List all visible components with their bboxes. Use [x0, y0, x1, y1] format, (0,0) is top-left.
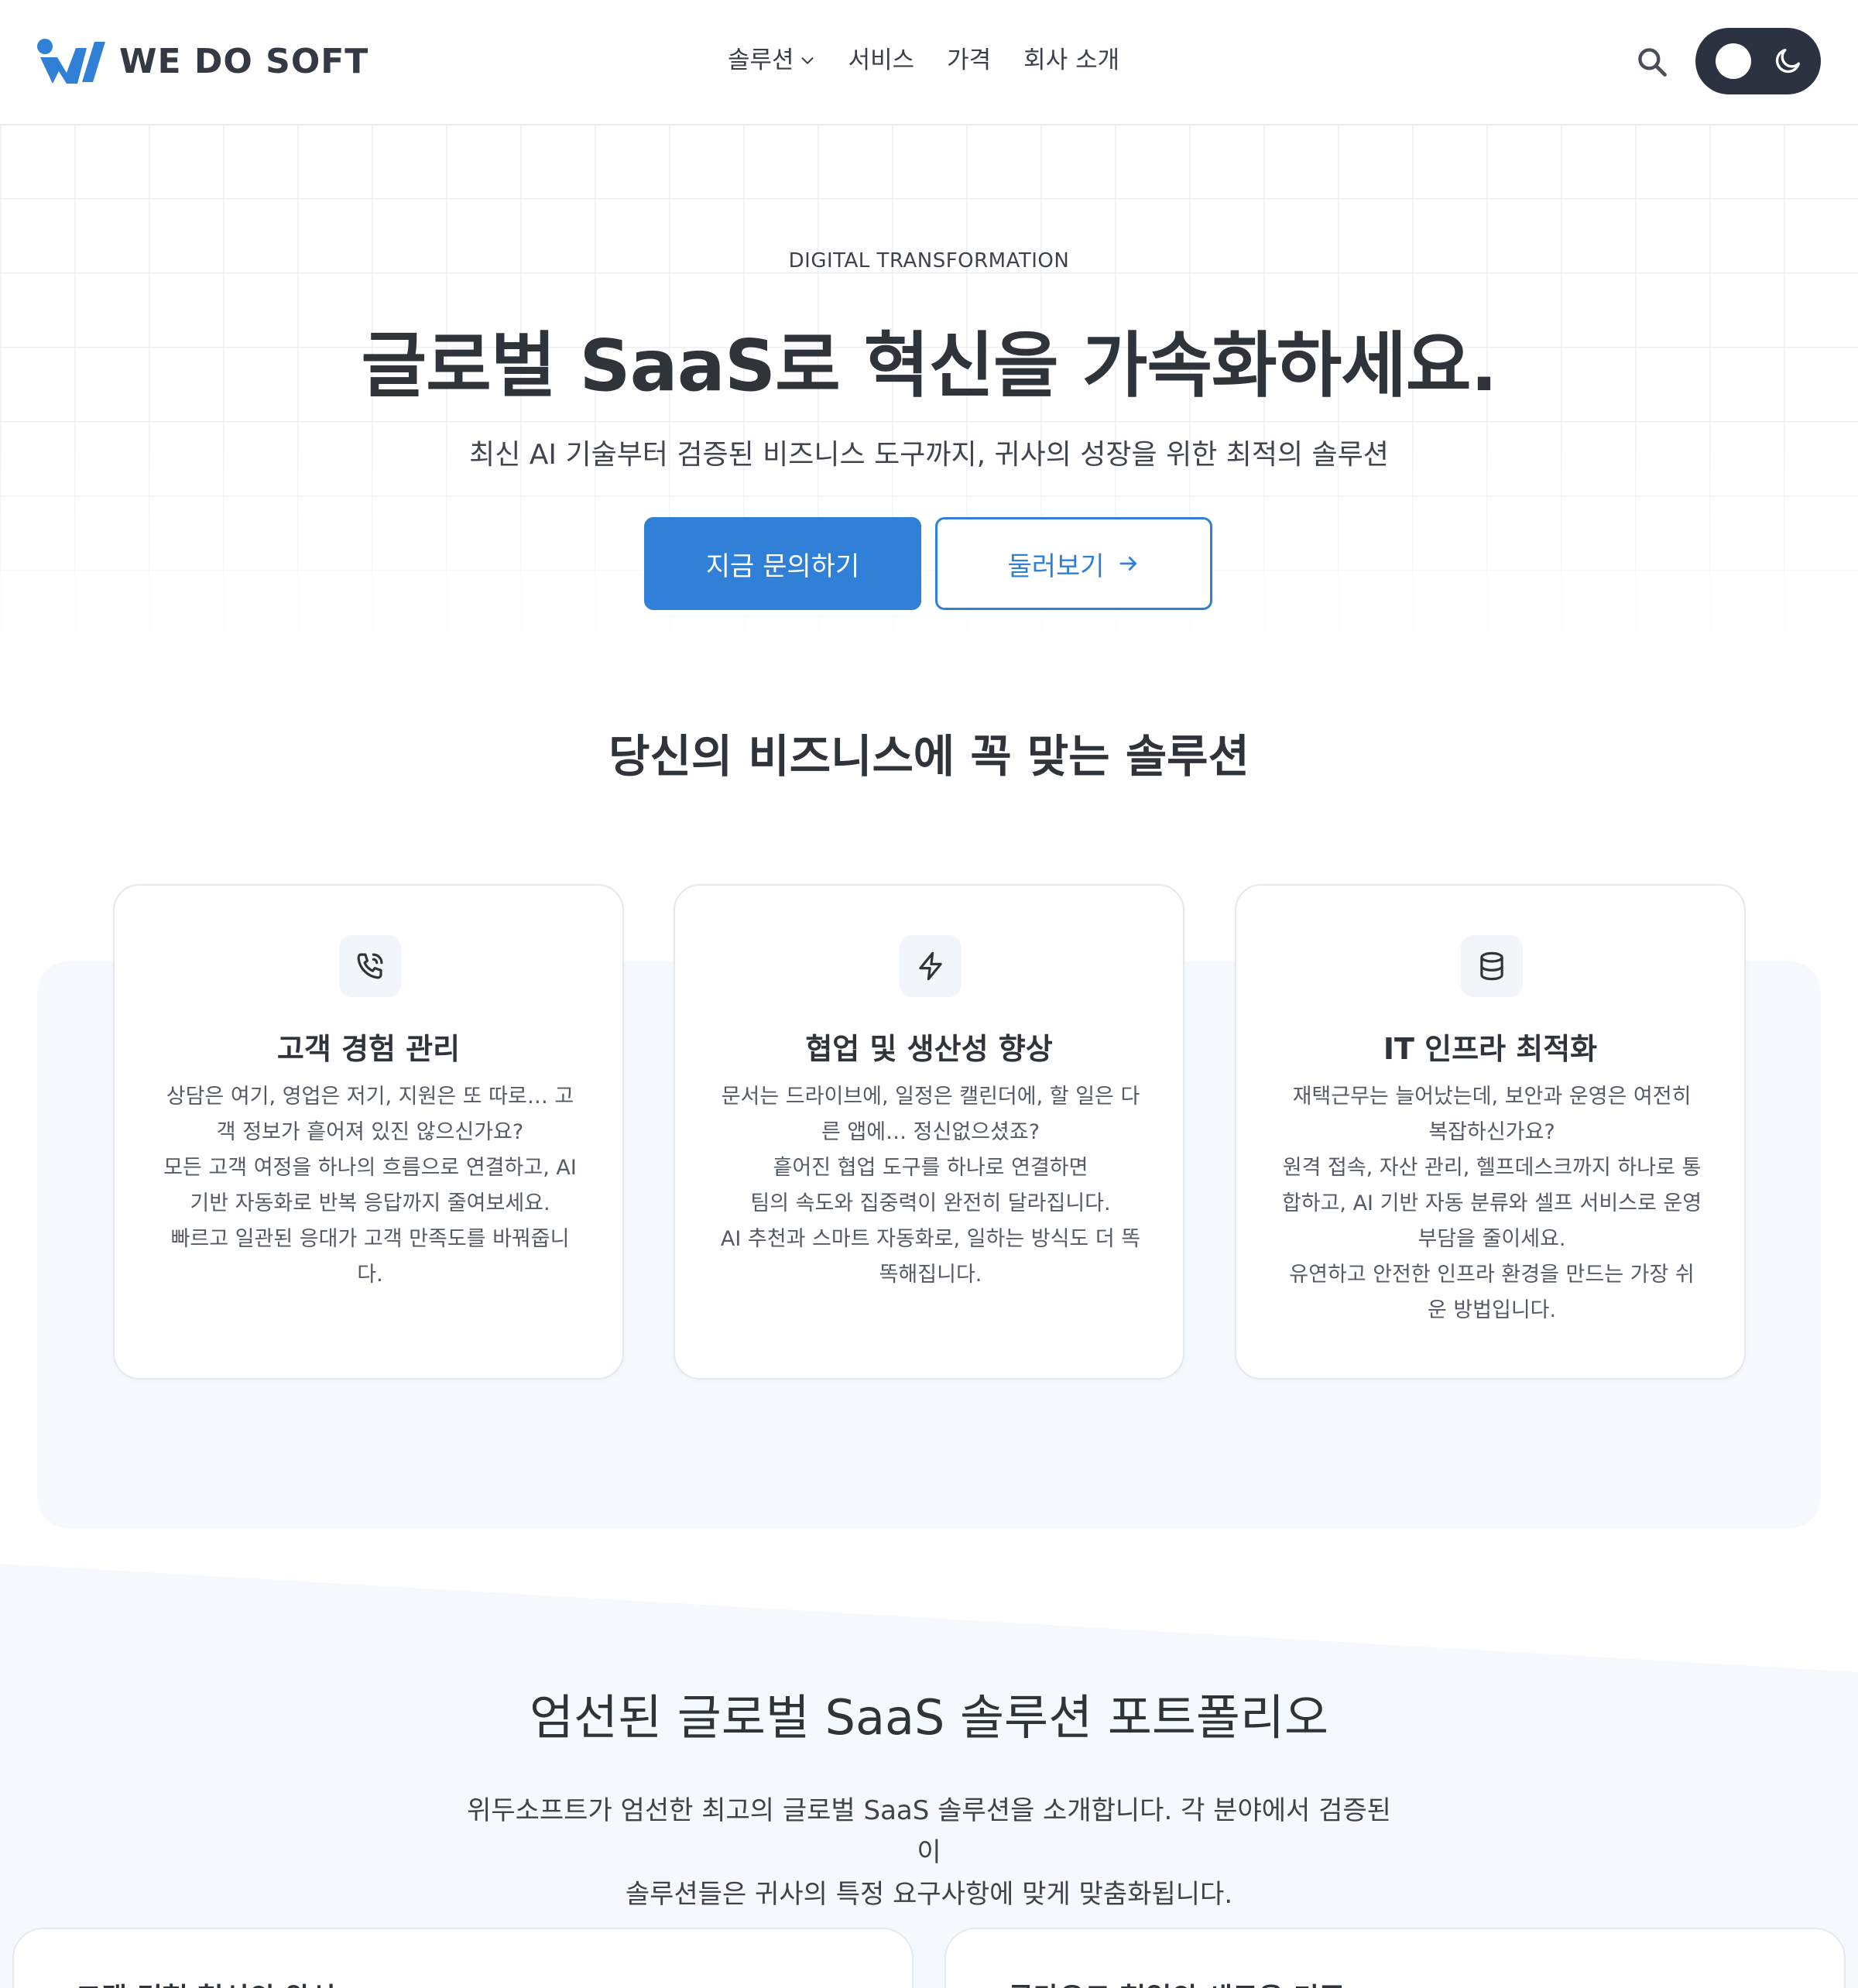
card-description: 상담은 여기, 영업은 저기, 지원은 또 따로… 고객 정보가 흩어져 있진 …	[159, 1079, 581, 1293]
logo[interactable]: WE DO SOFT	[36, 37, 369, 85]
database-icon	[1480, 951, 1503, 981]
theme-toggle-knob	[1716, 43, 1751, 79]
logo-mark-icon	[37, 39, 105, 84]
search-icon[interactable]	[1635, 45, 1669, 79]
card-text-line: 흩어진 협업 도구를 하나로 연결하면	[773, 1156, 1088, 1180]
portfolio-background	[0, 1564, 1858, 1988]
portfolio-card[interactable]: 클라우드 협업의 새로운 기준	[944, 1928, 1846, 1988]
nav-item-label: 가격	[947, 46, 992, 74]
portfolio-card-title: 고객 경험 혁신의 완성	[76, 1976, 336, 1988]
theme-toggle[interactable]	[1695, 28, 1821, 94]
contact-now-label: 지금 문의하기	[705, 550, 860, 582]
card-title: 고객 경험 관리	[276, 1032, 461, 1066]
nav-item-label: 회사 소개	[1023, 46, 1120, 74]
solution-card-customer-experience[interactable]: 고객 경험 관리 상담은 여기, 영업은 저기, 지원은 또 따로… 고객 정보…	[113, 884, 624, 1380]
card-text-line: AI 추천과 스마트 자동화로, 일하는 방식도 더 똑똑해집니다.	[720, 1227, 1141, 1287]
solution-card-it-infra[interactable]: IT 인프라 최적화 재택근무는 늘어났는데, 보안과 운영은 여전히 복잡하신…	[1235, 884, 1746, 1380]
card-text-line: 팀의 속도와 집중력이 완전히 달라집니다.	[750, 1191, 1111, 1215]
card-text-line: 재택근무는 늘어났는데, 보안과 운영은 여전히 복잡하신가요?	[1292, 1085, 1692, 1144]
card-text-line: 상담은 여기, 영업은 저기, 지원은 또 따로… 고객 정보가 흩어져 있진 …	[166, 1085, 574, 1144]
contact-now-button[interactable]: 지금 문의하기	[644, 517, 921, 610]
hero-eyebrow: DIGITAL TRANSFORMATION	[788, 249, 1070, 272]
nav-item-about[interactable]: 회사 소개	[1023, 40, 1119, 75]
phone-icon	[357, 953, 383, 979]
portfolio-card-title: 클라우드 협업의 새로운 기준	[1008, 1976, 1345, 1988]
main-nav: 솔루션 서비스 가격 회사 소개	[728, 40, 1152, 75]
portfolio-subtitle: 위두소프트가 엄선한 최고의 글로벌 SaaS 솔루션을 소개합니다. 각 분야…	[464, 1790, 1394, 1915]
nav-item-solutions[interactable]: 솔루션	[728, 40, 816, 75]
card-title: IT 인프라 최적화	[1383, 1032, 1598, 1066]
solutions-title: 당신의 비즈니스에 꼭 맞는 솔루션	[608, 730, 1250, 783]
card-text-line: 모든 고객 여정을 하나의 흐름으로 연결하고, AI 기반 자동화로 반복 응…	[163, 1156, 577, 1215]
nav-item-services[interactable]: 서비스	[848, 40, 915, 75]
lightning-icon	[919, 951, 942, 981]
arrow-right-icon	[1119, 557, 1136, 571]
portfolio-subtitle-line: 솔루션들은 귀사의 특정 요구사항에 맞게 맞춤화됩니다.	[625, 1879, 1233, 1910]
nav-item-label: 솔루션	[728, 46, 794, 74]
portfolio-card[interactable]: 고객 경험 혁신의 완성	[12, 1928, 914, 1988]
card-text-line: 문서는 드라이브에, 일정은 캘린더에, 할 일은 다른 앱에… 정신없으셨죠?	[721, 1085, 1140, 1144]
chevron-down-icon	[801, 57, 813, 64]
card-text-line: 원격 접속, 자산 관리, 헬프데스크까지 하나로 통합하고, AI 기반 자동…	[1281, 1156, 1702, 1251]
portfolio-title: 엄선된 글로벌 SaaS 솔루션 포트폴리오	[529, 1689, 1329, 1746]
nav-item-pricing[interactable]: 가격	[947, 40, 991, 75]
card-description: 문서는 드라이브에, 일정은 캘린더에, 할 일은 다른 앱에… 정신없으셨죠?…	[720, 1079, 1141, 1293]
solution-card-collaboration[interactable]: 협업 및 생산성 향상 문서는 드라이브에, 일정은 캘린더에, 할 일은 다른…	[674, 884, 1184, 1380]
card-icon-box	[1461, 935, 1523, 997]
card-description: 재택근무는 늘어났는데, 보안과 운영은 여전히 복잡하신가요? 원격 접속, …	[1281, 1079, 1702, 1328]
site-header: WE DO SOFT 솔루션 서비스 가격 회사 소개	[0, 0, 1858, 125]
hero-title: 글로벌 SaaS로 혁신을 가속화하세요.	[361, 324, 1497, 407]
explore-button[interactable]: 둘러보기	[935, 517, 1212, 610]
nav-item-label: 서비스	[848, 46, 915, 74]
card-icon-box	[339, 935, 401, 997]
card-text-line: 빠르고 일관된 응대가 고객 만족도를 바꿔줍니다.	[170, 1227, 570, 1287]
moon-icon	[1775, 49, 1800, 74]
card-title: 협업 및 생산성 향상	[805, 1032, 1053, 1066]
hero-subtitle: 최신 AI 기술부터 검증된 비즈니스 도구까지, 귀사의 성장을 위한 최적의…	[469, 439, 1389, 471]
portfolio-subtitle-line: 위두소프트가 엄선한 최고의 글로벌 SaaS 솔루션을 소개합니다. 각 분야…	[467, 1795, 1391, 1868]
card-text-line: 유연하고 안전한 인프라 환경을 만드는 가장 쉬운 방법입니다.	[1289, 1263, 1695, 1322]
explore-label: 둘러보기	[1007, 550, 1105, 582]
card-icon-box	[900, 935, 962, 997]
logo-text: WE DO SOFT	[119, 41, 369, 81]
